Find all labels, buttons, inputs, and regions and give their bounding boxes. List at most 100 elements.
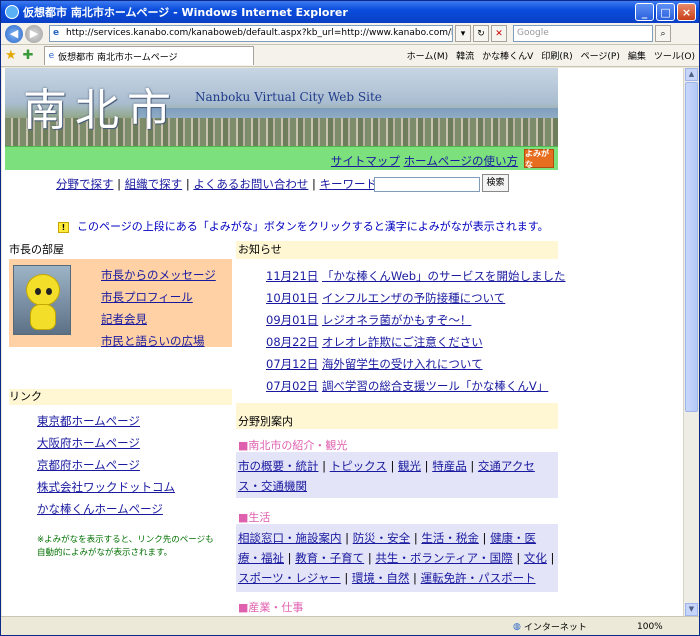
home-button[interactable]: ホーム(M)	[407, 49, 449, 62]
citizen-forum-link[interactable]: 市民と語らいの広場	[101, 334, 205, 348]
search-by-org-link[interactable]: 組織で探す	[125, 177, 183, 191]
vertical-scrollbar[interactable]: ▲ ▼	[683, 68, 698, 616]
notice-text: このページの上段にある「よみがな」ボタンをクリックすると漢字によみがなが表示され…	[77, 220, 549, 233]
category-link[interactable]: 防災・安全	[353, 531, 411, 545]
link-wac[interactable]: 株式会社ワックドットコム	[37, 480, 175, 494]
news-date[interactable]: 11月21日	[266, 269, 318, 283]
add-favorite-icon[interactable]: ✚	[23, 48, 34, 63]
city-banner: 南北市 Nanboku Virtual City Web Site	[5, 68, 558, 146]
mascot-image	[13, 265, 71, 335]
scroll-thumb[interactable]	[685, 82, 698, 412]
category-link[interactable]: 共生・ボランティア・国際	[375, 551, 512, 565]
news-text[interactable]: インフルエンザの予防接種について	[322, 291, 505, 305]
category-link[interactable]: トピックス	[330, 459, 387, 473]
address-input[interactable]: http://services.kanabo.com/kanaboweb/def…	[49, 25, 453, 42]
press-conference-link[interactable]: 記者会見	[101, 312, 147, 326]
mayor-heading: 市長の部屋	[9, 243, 64, 256]
category-link[interactable]: 特産品	[432, 459, 467, 473]
close-button[interactable]: ×	[677, 3, 696, 21]
news-date[interactable]: 08月22日	[266, 335, 318, 349]
link-osaka[interactable]: 大阪府ホームページ	[37, 436, 140, 450]
sitemap-link[interactable]: サイトマップ	[331, 154, 400, 168]
category-link[interactable]: 市の概要・統計	[238, 459, 319, 473]
link-kanabo[interactable]: かな棒くんホームページ	[37, 502, 163, 516]
maximize-button[interactable]: □	[656, 3, 675, 21]
page-menu-button[interactable]: ページ(P)	[581, 49, 620, 62]
category-box-life: 相談窓口・施設案内 | 防災・安全 | 生活・税金 | 健康・医療・福祉 | 教…	[236, 524, 558, 592]
mayor-profile-link[interactable]: 市長プロフィール	[101, 290, 193, 304]
category-link[interactable]: 相談窓口・施設案内	[238, 531, 342, 545]
links-note-line2: 自動的によみがなが表示されます。	[37, 548, 173, 558]
news-date[interactable]: 07月02日	[266, 379, 318, 393]
print-button[interactable]: 印刷(R)	[541, 49, 572, 62]
exclamation-icon: !	[58, 222, 69, 233]
news-text[interactable]: オレオレ詐欺にご注意ください	[322, 335, 483, 349]
scroll-down-icon[interactable]: ▼	[685, 603, 698, 616]
category-link[interactable]: 生活・税金	[421, 531, 479, 545]
ie-icon	[5, 5, 19, 19]
search-input[interactable]: Google	[513, 25, 653, 42]
category-link[interactable]: 文化	[524, 551, 547, 565]
news-date[interactable]: 09月01日	[266, 313, 318, 327]
title-bar[interactable]: 仮想都市 南北市ホームページ - Windows Internet Explor…	[1, 1, 699, 23]
tab-title: 仮想都市 南北市ホームページ	[58, 52, 178, 63]
scroll-up-icon[interactable]: ▲	[685, 68, 698, 81]
category-link[interactable]: 教育・子育て	[295, 551, 364, 565]
search-nav: 分野で探す | 組織で探す | よくあるお問い合わせ | キーワード検索	[56, 177, 401, 191]
page-content: 南北市 Nanboku Virtual City Web Site サイトマップ…	[2, 68, 684, 616]
faq-link[interactable]: よくあるお問い合わせ	[193, 177, 308, 191]
news-item[interactable]: 09月01日 レジオネラ菌がかもすぞ～！	[266, 309, 566, 331]
news-text[interactable]: 「かな棒くんWeb」のサービスを開始しました	[322, 269, 566, 283]
news-item[interactable]: 11月21日 「かな棒くんWeb」のサービスを開始しました	[266, 265, 566, 287]
refresh-icon[interactable]: ↻	[473, 25, 489, 42]
category-title-industry: ■産業・仕事	[238, 601, 304, 614]
link-kyoto[interactable]: 京都府ホームページ	[37, 458, 140, 472]
mayor-message-link[interactable]: 市長からのメッセージ	[101, 268, 216, 282]
news-item[interactable]: 07月12日 海外留学生の受け入れについて	[266, 353, 566, 375]
news-item[interactable]: 08月22日 オレオレ詐欺にご注意ください	[266, 331, 566, 353]
search-by-field-link[interactable]: 分野で探す	[56, 177, 114, 191]
category-box-intro: 市の概要・統計 | トピックス | 観光 | 特産品 | 交通アクセス・交通機関	[236, 452, 558, 498]
category-link[interactable]: スポーツ・レジャー	[238, 571, 341, 585]
news-item[interactable]: 07月02日 調べ学習の総合支援ツール「かな棒くんV」	[266, 375, 566, 397]
category-title-intro: ■南北市の紹介・観光	[238, 439, 348, 452]
kanabo-button[interactable]: かな棒くんV	[482, 49, 533, 62]
edit-button[interactable]: 編集	[628, 49, 646, 62]
news-text[interactable]: レジオネラ菌がかもすぞ～！	[322, 313, 472, 327]
category-link[interactable]: 環境・自然	[352, 571, 410, 585]
back-button[interactable]: ◀	[5, 24, 23, 43]
favorites-star-icon[interactable]: ★	[5, 48, 17, 63]
category-link[interactable]: 運転免許・パスポート	[421, 571, 536, 585]
keyword-input[interactable]	[374, 177, 480, 192]
links-note-line1: ※よみがなを表示すると、リンク先のページも	[37, 535, 214, 545]
link-tokyo[interactable]: 東京都ホームページ	[37, 414, 140, 428]
news-text[interactable]: 海外留学生の受け入れについて	[322, 357, 483, 371]
keyword-search-button[interactable]: 検索	[482, 174, 509, 192]
yomigana-button[interactable]: よみがな	[524, 149, 554, 169]
stop-icon[interactable]: ✕	[491, 25, 507, 42]
address-bar-row: ◀ ▶ http://services.kanabo.com/kanaboweb…	[1, 23, 699, 45]
banner-subtitle: Nanboku Virtual City Web Site	[195, 90, 382, 104]
tools-menu-button[interactable]: ツール(O)	[654, 49, 695, 62]
kanryu-button[interactable]: 韓流	[456, 49, 474, 62]
category-link[interactable]: 観光	[398, 459, 421, 473]
news-date[interactable]: 10月01日	[266, 291, 318, 305]
news-heading: お知らせ	[236, 241, 558, 259]
command-bar: ★ ✚ e 仮想都市 南北市ホームページ ホーム(M) 韓流 かな棒くんV 印刷…	[1, 45, 699, 67]
browser-tab[interactable]: e 仮想都市 南北市ホームページ	[43, 46, 254, 65]
status-bar: ◍ インターネット 100%	[1, 616, 699, 635]
news-list: 11月21日 「かな棒くんWeb」のサービスを開始しました 10月01日 インフ…	[266, 265, 566, 397]
forward-button[interactable]: ▶	[25, 24, 43, 43]
news-item[interactable]: 10月01日 インフルエンザの予防接種について	[266, 287, 566, 309]
yomigana-notice: ! このページの上段にある「よみがな」ボタンをクリックすると漢字によみがなが表示さ…	[58, 218, 549, 234]
search-icon[interactable]: ⌕	[655, 25, 671, 42]
news-date[interactable]: 07月12日	[266, 357, 318, 371]
address-dropdown-icon[interactable]: ▾	[455, 25, 471, 42]
howto-link[interactable]: ホームページの使い方	[404, 154, 518, 168]
minimize-button[interactable]: _	[635, 3, 654, 21]
news-text[interactable]: 調べ学習の総合支援ツール「かな棒くんV」	[322, 379, 548, 393]
zoom-level[interactable]: 100%	[637, 622, 663, 632]
category-title-life: ■生活	[238, 511, 271, 524]
links-list: 東京都ホームページ 大阪府ホームページ 京都府ホームページ 株式会社ワックドット…	[37, 410, 175, 520]
security-zone: ◍ インターネット	[513, 620, 587, 634]
